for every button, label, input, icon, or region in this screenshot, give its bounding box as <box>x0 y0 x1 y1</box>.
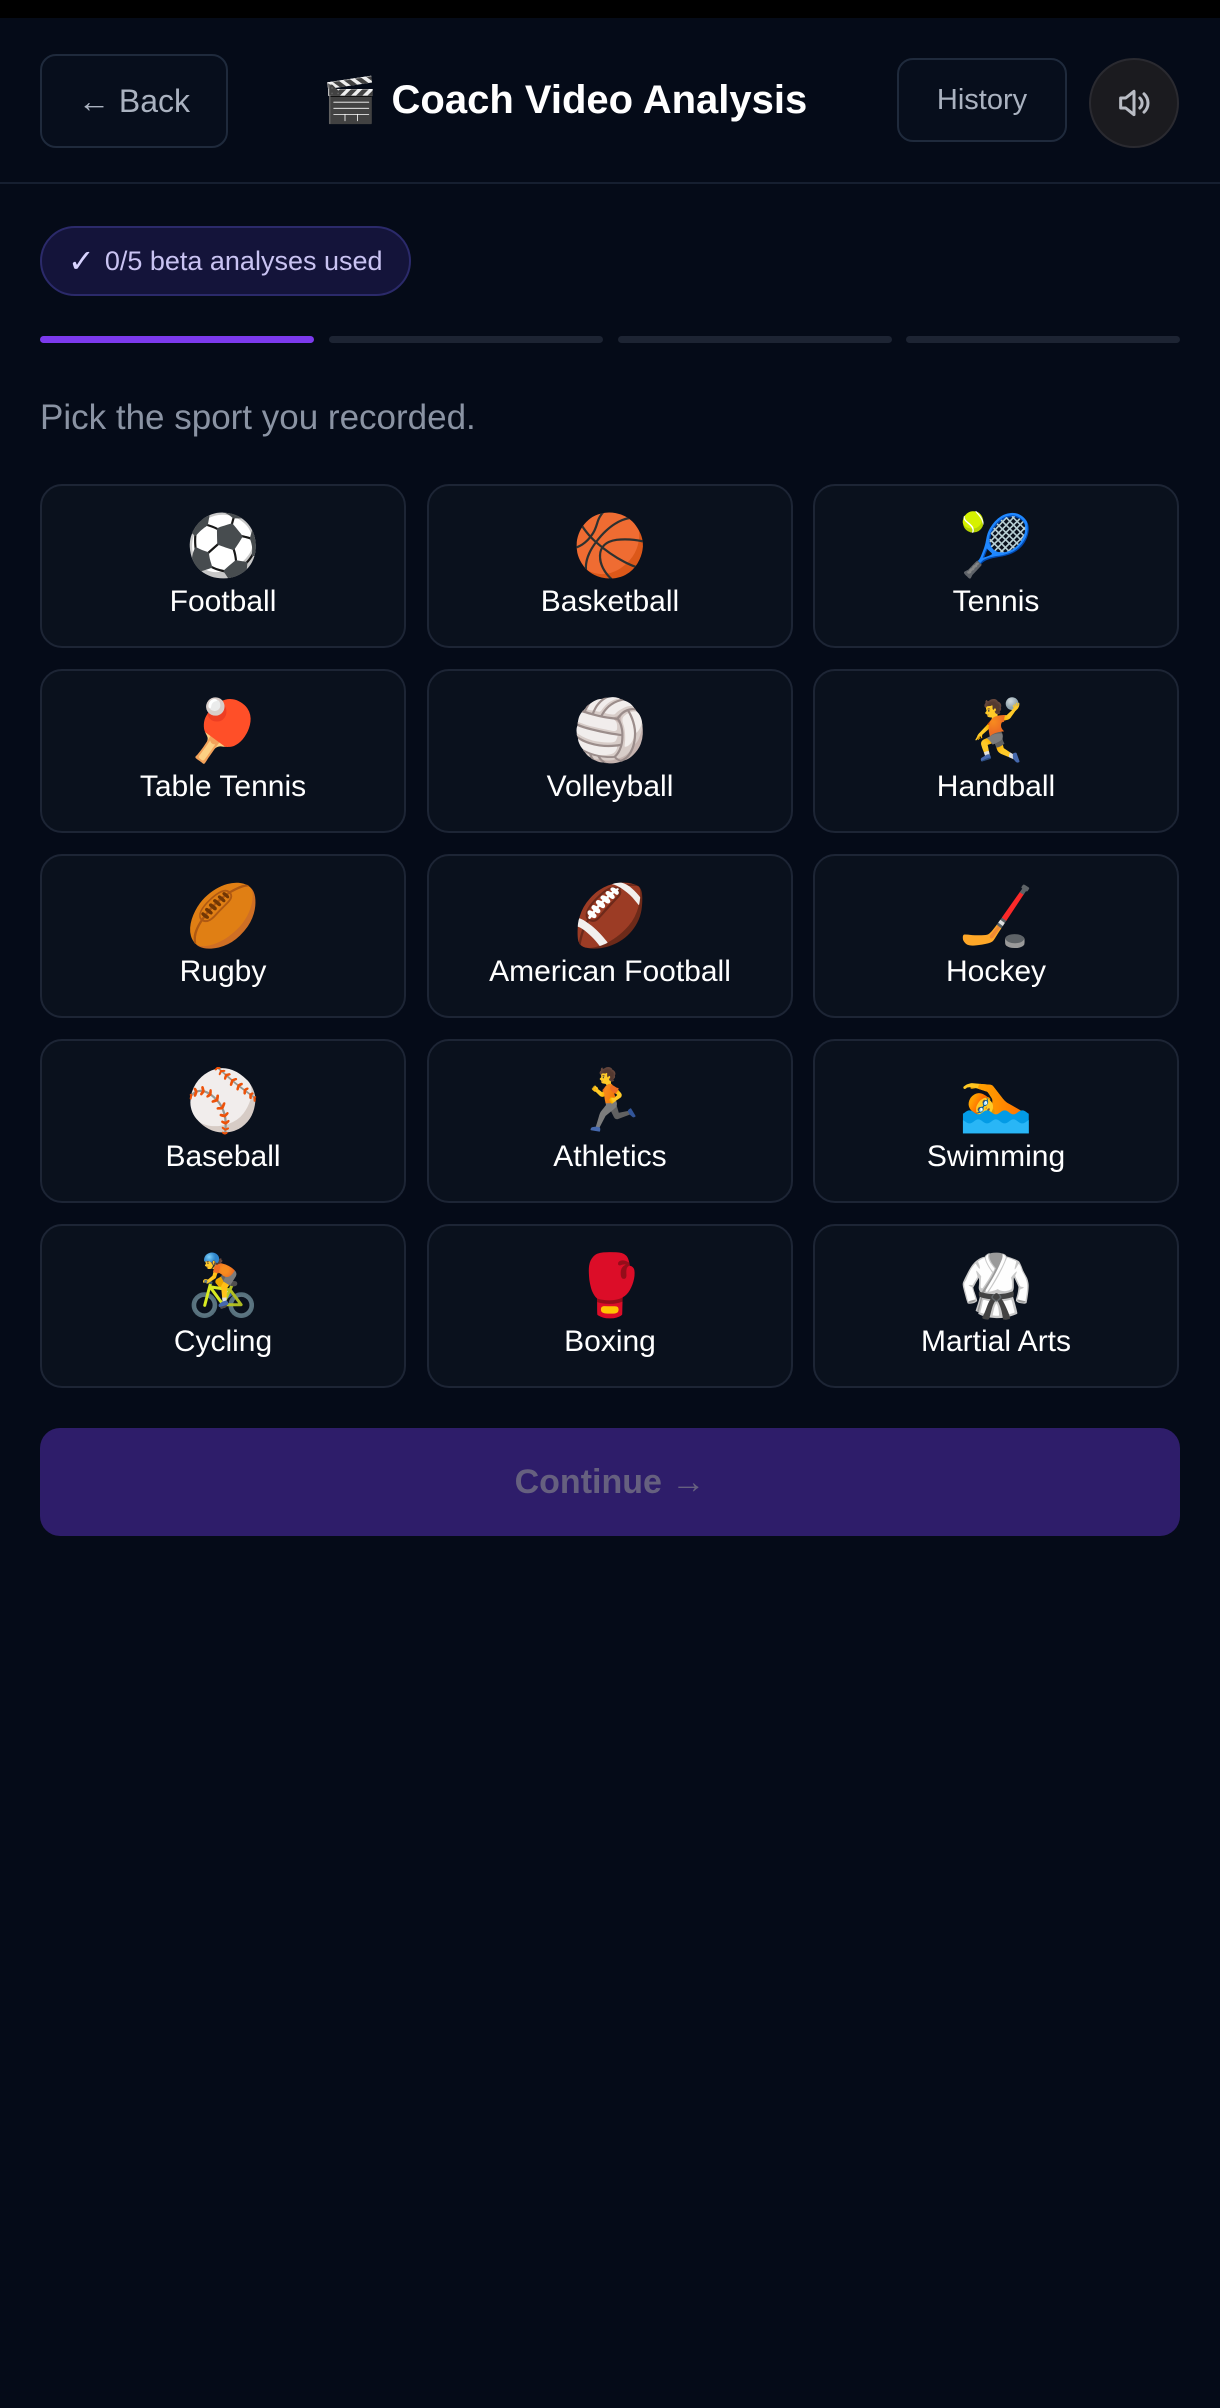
sport-card-handball[interactable]: 🤾 Handball <box>813 669 1179 833</box>
sport-label: Handball <box>936 770 1056 803</box>
sport-label: Boxing <box>564 1325 656 1358</box>
history-button[interactable]: History <box>897 58 1067 142</box>
page-title-text: Coach Video Analysis <box>391 77 808 122</box>
sport-icon: 🥊 <box>572 1252 648 1319</box>
sport-label: Basketball <box>540 585 680 618</box>
sport-card-tennis[interactable]: 🎾 Tennis <box>813 484 1179 648</box>
sport-label: Swimming <box>926 1140 1066 1173</box>
sport-icon: 🤾 <box>958 697 1034 764</box>
sport-icon: ⚽ <box>185 512 261 579</box>
sport-icon: 🏐 <box>572 697 648 764</box>
sport-card-hockey[interactable]: 🏒 Hockey <box>813 854 1179 1018</box>
sport-card-boxing[interactable]: 🥊 Boxing <box>427 1224 793 1388</box>
sport-label: Table Tennis <box>139 770 307 803</box>
sport-label: Baseball <box>165 1140 281 1173</box>
sport-icon: 🏊 <box>958 1067 1034 1134</box>
sport-card-table-tennis[interactable]: 🏓 Table Tennis <box>40 669 406 833</box>
sport-card-basketball[interactable]: 🏀 Basketball <box>427 484 793 648</box>
sport-card-volleyball[interactable]: 🏐 Volleyball <box>427 669 793 833</box>
sound-toggle-button[interactable] <box>1089 58 1179 148</box>
sport-card-cycling[interactable]: 🚴 Cycling <box>40 1224 406 1388</box>
progress-step-3 <box>618 336 892 343</box>
step-progress <box>40 336 1180 344</box>
status-bar-strip <box>0 0 1220 18</box>
sport-label: Martial Arts <box>920 1325 1072 1358</box>
sport-icon: 🎾 <box>958 512 1034 579</box>
sport-label: Athletics <box>553 1140 667 1173</box>
sport-label: Football <box>169 585 277 618</box>
step-prompt: Pick the sport you recorded. <box>40 398 476 437</box>
sport-card-football[interactable]: ⚽ Football <box>40 484 406 648</box>
check-icon: ✓ <box>68 243 95 279</box>
page-title: 🎬 Coach Video Analysis <box>300 70 830 130</box>
sport-card-swimming[interactable]: 🏊 Swimming <box>813 1039 1179 1203</box>
beta-usage-badge: ✓ 0/5 beta analyses used <box>40 226 411 296</box>
clapperboard-icon: 🎬 <box>322 76 378 125</box>
sport-card-rugby[interactable]: 🏉 Rugby <box>40 854 406 1018</box>
sport-label: Volleyball <box>546 770 674 803</box>
progress-step-1 <box>40 336 314 343</box>
sport-label: Rugby <box>179 955 267 988</box>
beta-usage-text: 0/5 beta analyses used <box>104 245 383 276</box>
sport-icon: 🥋 <box>958 1252 1034 1319</box>
speaker-icon <box>1119 89 1150 117</box>
sport-label: Hockey <box>945 955 1047 988</box>
sport-icon: 🚴 <box>185 1252 261 1319</box>
continue-button[interactable]: Continue → <box>40 1428 1180 1536</box>
sport-icon: ⚾ <box>185 1067 261 1134</box>
sport-card-martial-arts[interactable]: 🥋 Martial Arts <box>813 1224 1179 1388</box>
sport-label: Cycling <box>173 1325 273 1358</box>
header: ← Back 🎬 Coach Video Analysis History <box>0 18 1220 184</box>
sport-label: Tennis <box>952 585 1040 618</box>
sport-icon: 🏈 <box>572 882 648 949</box>
sport-icon: 🏃 <box>572 1067 648 1134</box>
progress-step-4 <box>906 336 1180 343</box>
sport-card-athletics[interactable]: 🏃 Athletics <box>427 1039 793 1203</box>
back-button[interactable]: ← Back <box>40 54 228 148</box>
sport-icon: 🏓 <box>185 697 261 764</box>
sport-card-baseball[interactable]: ⚾ Baseball <box>40 1039 406 1203</box>
progress-step-2 <box>329 336 603 343</box>
sport-icon: 🏀 <box>572 512 648 579</box>
sport-label: American Football <box>489 955 731 988</box>
sport-icon: 🏉 <box>185 882 261 949</box>
sport-card-american-football[interactable]: 🏈 American Football <box>427 854 793 1018</box>
sport-icon: 🏒 <box>958 882 1034 949</box>
